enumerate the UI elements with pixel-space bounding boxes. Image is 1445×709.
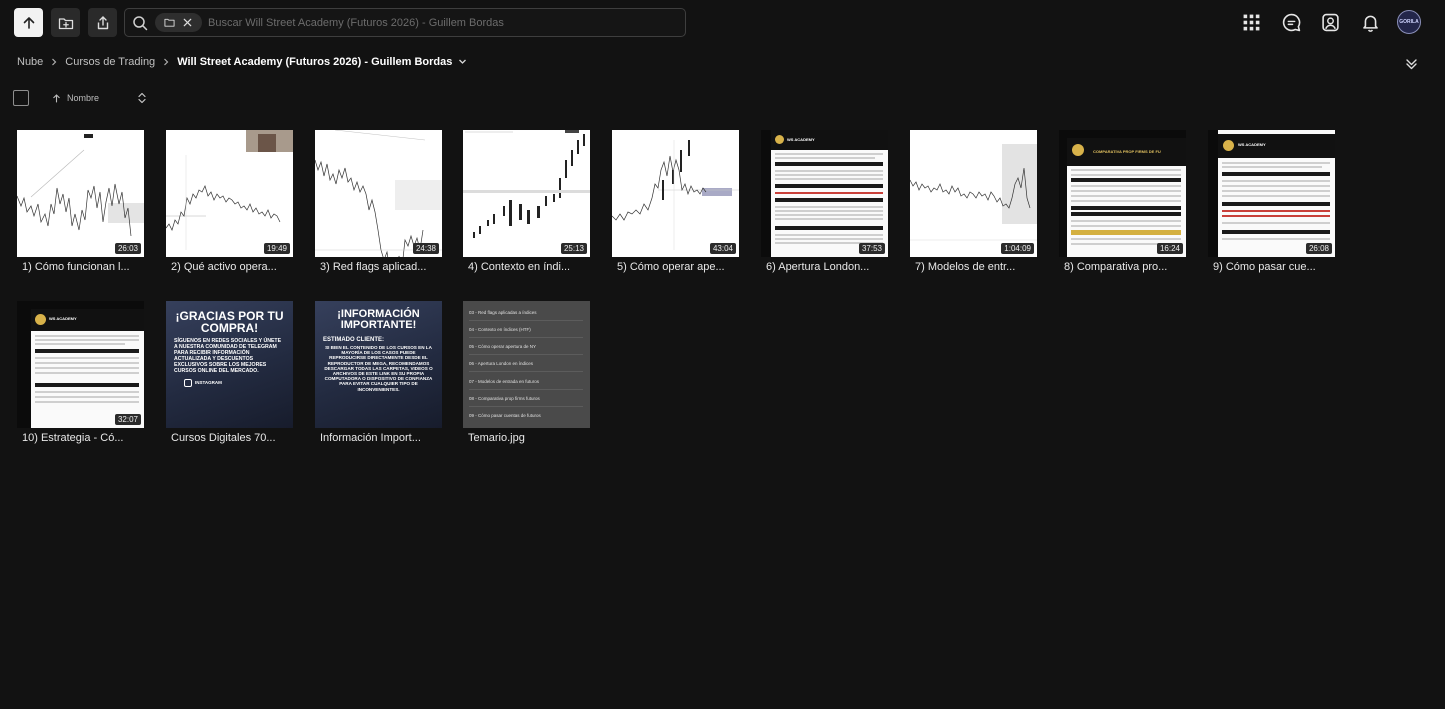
thumbnail-subtitle: ESTIMADO CLIENTE: xyxy=(323,337,384,343)
image-thumbnail: ¡GRACIAS POR TU COMPRA! SÍGUENOS EN REDE… xyxy=(166,301,293,428)
video-thumbnail: WS ACADEMY 37:53 xyxy=(761,130,888,257)
temario-line: 03 - Red flags aplicadas a índices xyxy=(469,310,537,315)
thumbnail-title: ¡INFORMACIÓN IMPORTANTE! xyxy=(337,308,420,331)
upload-button[interactable] xyxy=(14,8,43,37)
file-tile[interactable]: COMPARATIVA PROP FIRMS DE FU 16:24 8) Co… xyxy=(1059,130,1186,280)
folder-icon xyxy=(164,18,175,27)
video-thumbnail: 25:13 xyxy=(463,130,590,257)
file-name: 7) Modelos de entr... xyxy=(915,261,1016,273)
contacts-icon[interactable] xyxy=(1319,11,1341,33)
file-tile[interactable]: WS ACADEMY 26:08 9) Cómo pasar cue... xyxy=(1208,130,1335,280)
file-tile[interactable]: 25:13 4) Contexto en índi... xyxy=(463,130,590,280)
thumbnail-logo-text: WS ACADEMY xyxy=(1238,142,1266,147)
apps-grid-icon[interactable] xyxy=(1240,11,1262,33)
arrow-up-icon xyxy=(23,16,34,29)
search-icon[interactable] xyxy=(125,9,155,36)
temario-line: 06 - Apertura London en índices xyxy=(469,361,534,366)
file-name: 5) Cómo operar ape... xyxy=(617,261,725,273)
file-tile[interactable]: 19:49 2) Qué activo opera... xyxy=(166,130,293,280)
sort-by-name[interactable]: Nombre xyxy=(52,90,99,106)
file-tile[interactable]: 43:04 5) Cómo operar ape... xyxy=(612,130,739,280)
chevron-down-icon[interactable] xyxy=(458,57,467,66)
close-icon[interactable] xyxy=(182,17,193,28)
duration-badge: 37:53 xyxy=(858,243,885,254)
video-thumbnail: COMPARATIVA PROP FIRMS DE FU 16:24 xyxy=(1059,130,1186,257)
select-all-checkbox[interactable] xyxy=(13,90,29,106)
thumbnail-body: SÍGUENOS EN REDES SOCIALES Y ÚNETE A NUE… xyxy=(174,338,282,374)
chevron-right-icon xyxy=(159,58,173,66)
file-tile[interactable]: 1:04:09 7) Modelos de entr... xyxy=(910,130,1037,280)
temario-line: 04 - Contexto en índices (HTF) xyxy=(469,327,531,332)
sort-label: Nombre xyxy=(67,93,100,103)
file-name: Temario.jpg xyxy=(468,432,525,444)
file-name: 3) Red flags aplicad... xyxy=(320,261,427,273)
file-name: 4) Contexto en índi... xyxy=(468,261,571,273)
duration-badge: 1:04:09 xyxy=(1001,243,1034,254)
folder-scope-chip[interactable] xyxy=(155,13,202,32)
file-name: 9) Cómo pasar cue... xyxy=(1213,261,1316,273)
file-name: 2) Qué activo opera... xyxy=(171,261,277,273)
thumbnail-header-text: COMPARATIVA PROP FIRMS DE FU xyxy=(1093,149,1161,154)
video-thumbnail: 24:38 xyxy=(315,130,442,257)
duration-badge: 16:24 xyxy=(1156,243,1183,254)
new-folder-button[interactable] xyxy=(51,8,80,37)
breadcrumb-parent[interactable]: Cursos de Trading xyxy=(65,56,155,68)
duration-badge: 19:49 xyxy=(263,243,290,254)
file-name: Cursos Digitales 70... xyxy=(171,432,276,444)
file-tile[interactable]: ¡GRACIAS POR TU COMPRA! SÍGUENOS EN REDE… xyxy=(166,301,293,451)
video-thumbnail: WS ACADEMY 32:07 xyxy=(17,301,144,428)
share-icon xyxy=(97,15,108,29)
search-bar[interactable] xyxy=(124,8,686,37)
temario-line: 05 - Cómo operar apertura de NY xyxy=(469,344,537,349)
breadcrumb-current[interactable]: Will Street Academy (Futuros 2026) - Gui… xyxy=(177,56,452,68)
duration-badge: 32:07 xyxy=(114,414,141,425)
instagram-icon xyxy=(184,379,192,387)
collapse-icon[interactable] xyxy=(1403,55,1420,72)
temario-line: 07 - Modelos de entrada en futuros xyxy=(469,379,540,384)
file-name: 10) Estrategia - Có... xyxy=(22,432,124,444)
temario-line: 08 - Comparativa prop firms futuros xyxy=(469,396,540,401)
arrow-up-icon xyxy=(53,93,60,103)
thumbnail-title: ¡GRACIAS POR TU COMPRA! xyxy=(175,309,284,335)
file-name: 6) Apertura London... xyxy=(766,261,870,273)
video-thumbnail: 19:49 xyxy=(166,130,293,257)
image-thumbnail: 03 - Red flags aplicadas a índices 04 - … xyxy=(463,301,590,428)
file-name: 8) Comparativa pro... xyxy=(1064,261,1168,273)
file-tile[interactable]: WS ACADEMY 32:07 10) Estrategia - Có... xyxy=(17,301,144,451)
thumbnail-logo-text: WS ACADEMY xyxy=(49,316,77,321)
file-tile[interactable]: WS ACADEMY 37:53 6) Apertura London... xyxy=(761,130,888,280)
duration-badge: 26:03 xyxy=(114,243,141,254)
file-name: Información Import... xyxy=(320,432,421,444)
video-thumbnail: WS ACADEMY 26:08 xyxy=(1208,130,1335,257)
video-thumbnail: 26:03 xyxy=(17,130,144,257)
chat-icon[interactable] xyxy=(1280,11,1302,33)
file-tile[interactable]: 24:38 3) Red flags aplicad... xyxy=(315,130,442,280)
duration-badge: 25:13 xyxy=(560,243,587,254)
search-input[interactable] xyxy=(208,10,685,35)
video-thumbnail: 43:04 xyxy=(612,130,739,257)
bell-icon[interactable] xyxy=(1359,11,1381,33)
duration-badge: 26:08 xyxy=(1305,243,1332,254)
thumbnail-body: SI BIEN EL CONTENIDO DE LOS CURSOS EN LA… xyxy=(324,345,433,392)
breadcrumb: Nube Cursos de Trading Will Street Acade… xyxy=(17,53,467,70)
folder-plus-icon xyxy=(58,17,73,29)
top-toolbar: GORILA xyxy=(0,0,1445,44)
share-button[interactable] xyxy=(88,8,117,37)
file-tile[interactable]: 26:03 1) Cómo funcionan l... xyxy=(17,130,144,280)
avatar[interactable]: GORILA xyxy=(1397,10,1421,34)
thumbnail-logo-text: WS ACADEMY xyxy=(787,137,815,142)
file-tile[interactable]: ¡INFORMACIÓN IMPORTANTE! ESTIMADO CLIENT… xyxy=(315,301,442,451)
image-thumbnail: ¡INFORMACIÓN IMPORTANTE! ESTIMADO CLIENT… xyxy=(315,301,442,428)
chevron-right-icon xyxy=(47,58,61,66)
temario-line: 09 - Cómo pasar cuentas de futuros xyxy=(469,413,541,418)
duration-badge: 24:38 xyxy=(412,243,439,254)
thumbnail-social: INSTAGRAM xyxy=(166,379,293,387)
duration-badge: 43:04 xyxy=(709,243,736,254)
file-tile[interactable]: 03 - Red flags aplicadas a índices 04 - … xyxy=(463,301,590,451)
sort-direction-icon[interactable] xyxy=(136,90,148,106)
breadcrumb-root[interactable]: Nube xyxy=(17,56,43,68)
video-thumbnail: 1:04:09 xyxy=(910,130,1037,257)
file-name: 1) Cómo funcionan l... xyxy=(22,261,130,273)
